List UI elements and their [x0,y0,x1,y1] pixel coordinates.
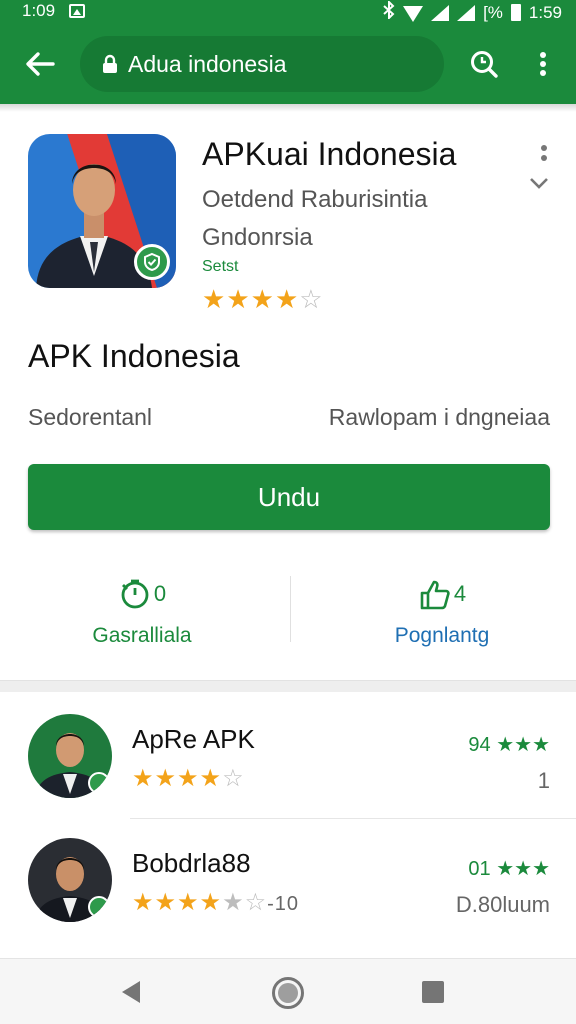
thumbs-up-icon [420,580,450,610]
star-icon: ★ [202,284,227,314]
nav-home-icon[interactable] [272,977,304,1009]
review-score: 94 ★★★ [468,734,550,756]
verified-badge [88,772,110,794]
lock-icon [103,54,117,73]
action-right[interactable]: 4 Pognlantg [342,574,542,648]
review-stars: ★★★★★☆-10 [132,888,299,917]
developer-location: Gndonrsia [202,224,313,251]
search-button[interactable] [464,44,504,84]
search-icon [471,51,498,78]
section-separator [0,680,576,692]
more-vert-icon[interactable] [536,144,552,168]
more-vert-icon [540,52,546,76]
avatar [28,838,112,922]
action-left[interactable]: 0 Gasralliala [42,574,242,648]
review-name: Bobdrla88 [132,848,251,878]
bluetooth-icon [383,0,395,24]
app-subtitle: APK Indonesia [28,338,240,374]
action-right-label: Pognlantg [394,624,490,647]
status-time-right: 1:59 [528,2,562,22]
avatar [28,714,112,798]
arrow-left-icon [26,52,55,76]
category-tag: Setst [202,258,239,275]
battery-icon [510,4,521,21]
gallery-notification-icon [69,4,86,18]
star-icon: ★★★★ [132,765,223,792]
star-icon: ★ [250,284,275,314]
app-title: APKuai Indonesia [202,136,457,172]
status-time-left: 1:09 [22,1,56,20]
verified-badge [134,244,170,280]
review-score: 01 ★★★ [468,858,550,880]
browser-toolbar: Adua indonesia [0,24,576,104]
review-extra: -10 [267,893,299,915]
shield-check-icon [144,252,160,272]
meta-left: Sedorentanl [28,404,153,430]
meta-right: Rawlopam i dngneiaa [328,404,550,430]
action-divider [290,576,291,642]
list-item[interactable]: Bobdrla88 ★★★★★☆-10 01 ★★★ D.80luum [0,830,576,950]
review-stars: ★★★★☆ [132,764,245,793]
toolbar-shadow [0,104,576,112]
system-nav-bar [0,958,576,1024]
verified-badge [88,896,110,918]
refresh-timer-icon [121,579,149,609]
developer-name[interactable]: Oetdend Raburisintia [202,186,427,214]
star-icon: ★ [226,284,251,314]
action-left-count: 0 [153,581,167,606]
list-divider [130,818,576,819]
battery-percent: [% [483,2,503,22]
action-left-label: Gasralliala [92,624,192,647]
app-icon[interactable] [28,134,176,288]
url-bar[interactable]: Adua indonesia [80,36,444,92]
status-bar: 1:09 [% 1:59 [0,0,576,24]
list-item[interactable]: ApRe APK ★★★★☆ 94 ★★★ 1 [0,706,576,826]
back-button[interactable] [22,46,58,82]
install-button[interactable]: Undu [28,464,550,530]
star-empty-icon: ☆ [299,284,324,314]
review-name: ApRe APK [132,724,255,754]
overflow-menu-button[interactable] [526,46,560,82]
app-rating-stars: ★★★★☆ [202,284,324,315]
star-empty-icon: ★☆ [222,889,268,916]
url-text: Adua indonesia [128,50,287,77]
star-icon: ★★★★ [132,889,223,916]
review-sub: D.80luum [455,892,550,917]
nav-recents-icon[interactable] [422,981,444,1003]
action-right-count: 4 [453,581,467,606]
signal-icon [431,4,450,21]
star-half-icon: ★ [274,284,300,314]
signal-icon-2 [457,4,476,21]
star-empty-icon: ☆ [222,765,245,792]
wifi-icon [403,5,424,22]
nav-back-icon[interactable] [122,981,140,1003]
review-sub: 1 [537,768,550,793]
chevron-down-icon[interactable] [528,174,550,192]
